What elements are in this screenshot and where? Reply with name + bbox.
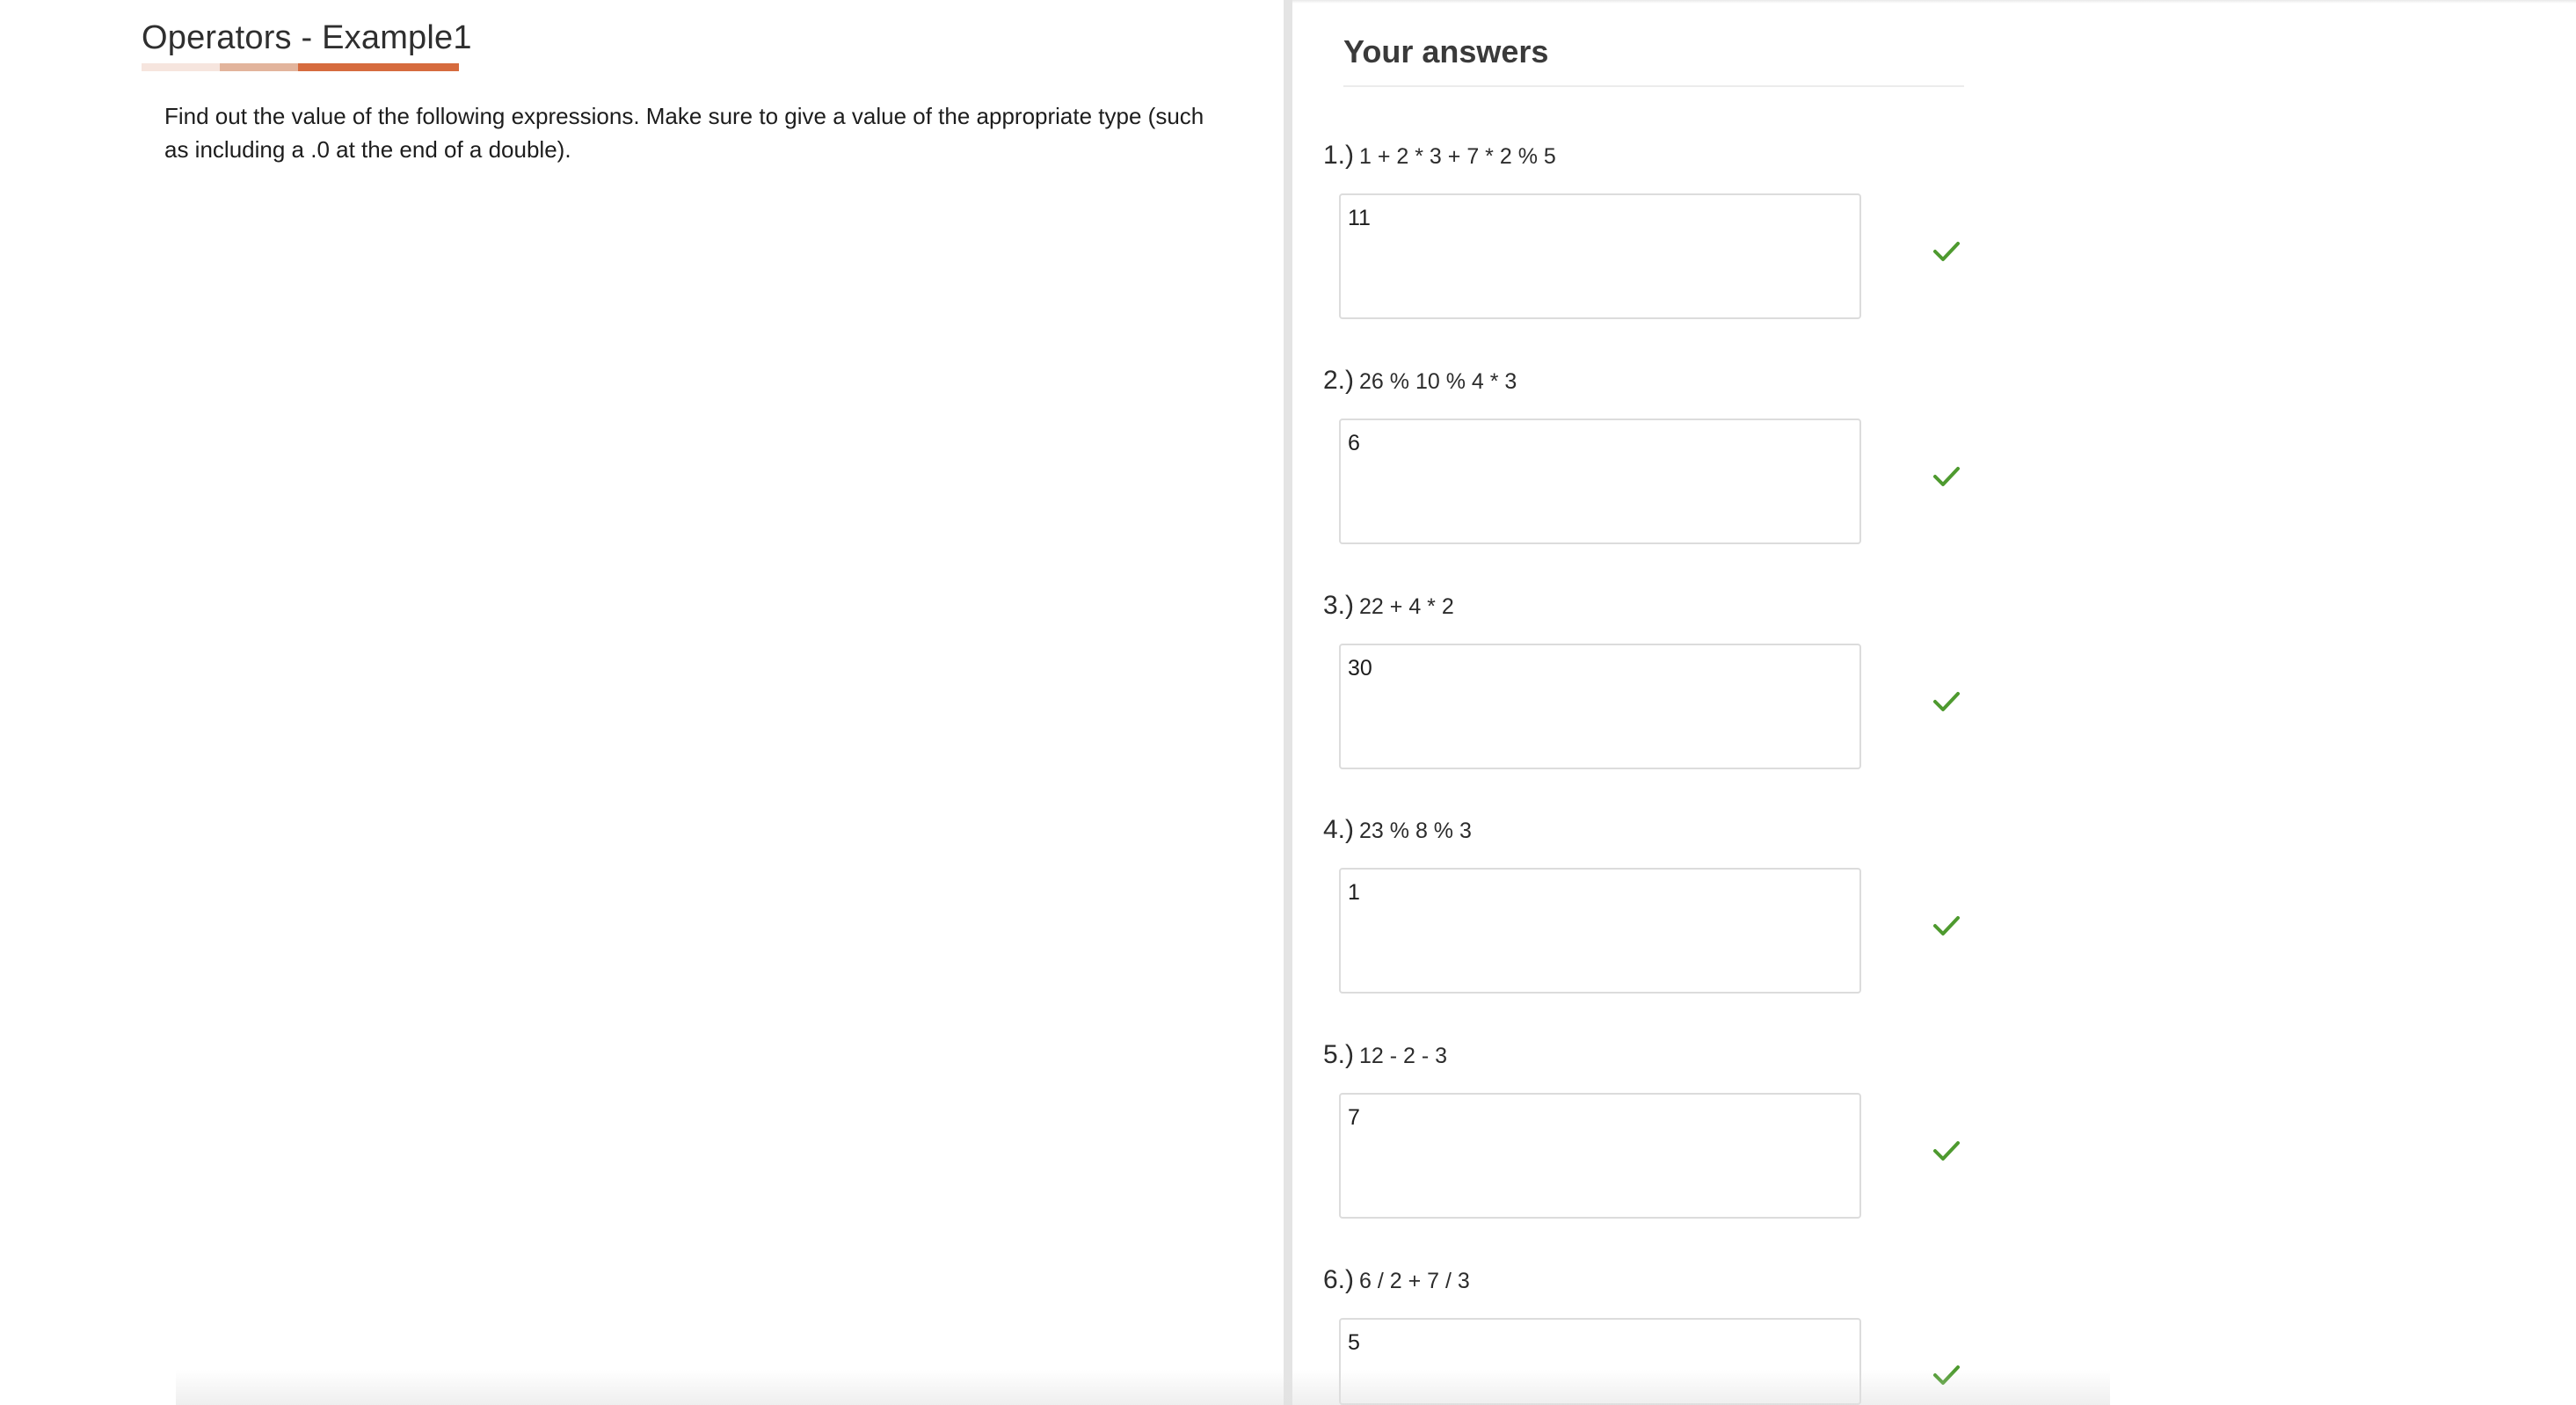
instructions-pane: Operators - Example1 Find out the value … xyxy=(0,0,1284,1405)
check-icon xyxy=(1933,1365,1960,1385)
pane-divider[interactable] xyxy=(1284,0,1292,1405)
answer-input[interactable]: 11 xyxy=(1339,193,1861,319)
answer-input[interactable]: 6 xyxy=(1339,419,1861,544)
question-expression: 23 % 8 % 3 xyxy=(1359,819,1472,843)
answer-input[interactable]: 5 xyxy=(1339,1318,1861,1405)
question-number: 1.) xyxy=(1323,141,1355,170)
question-expression: 26 % 10 % 4 * 3 xyxy=(1359,369,1517,394)
page-title: Operators - Example1 xyxy=(142,19,472,56)
question-label: 4.) 23 % 8 % 3 xyxy=(1323,815,1472,845)
underline-segment-3 xyxy=(298,63,459,71)
question-label: 1.) 1 + 2 * 3 + 7 * 2 % 5 xyxy=(1323,141,1556,171)
question-label: 6.) 6 / 2 + 7 / 3 xyxy=(1323,1265,1470,1295)
question-number: 6.) xyxy=(1323,1265,1355,1294)
check-icon xyxy=(1933,1141,1960,1161)
answers-pane: Your answers 1.) 1 + 2 * 3 + 7 * 2 % 5 11… xyxy=(1292,0,2576,1405)
question-number: 3.) xyxy=(1323,591,1355,620)
question-expression: 12 - 2 - 3 xyxy=(1359,1044,1448,1068)
question-number: 2.) xyxy=(1323,366,1355,395)
underline-segment-1 xyxy=(142,63,220,71)
answers-title: Your answers xyxy=(1343,33,1549,69)
check-icon xyxy=(1933,467,1960,486)
instructions-text: Find out the value of the following expr… xyxy=(164,103,1204,163)
answer-value: 5 xyxy=(1348,1330,1360,1355)
answer-input[interactable]: 1 xyxy=(1339,868,1861,994)
check-icon xyxy=(1933,692,1960,711)
answer-value: 30 xyxy=(1348,656,1372,681)
answer-input[interactable]: 30 xyxy=(1339,644,1861,769)
question-label: 5.) 12 - 2 - 3 xyxy=(1323,1040,1447,1070)
check-icon xyxy=(1933,916,1960,935)
page: Operators - Example1 Find out the value … xyxy=(0,0,2576,1405)
title-underline xyxy=(142,63,459,71)
answer-value: 6 xyxy=(1348,431,1360,455)
answer-value: 1 xyxy=(1348,880,1360,905)
underline-segment-2 xyxy=(220,63,298,71)
answer-value: 7 xyxy=(1348,1105,1360,1130)
question-expression: 22 + 4 * 2 xyxy=(1359,594,1454,619)
answers-title-rule xyxy=(1343,85,1964,87)
answer-input[interactable]: 7 xyxy=(1339,1093,1861,1219)
question-label: 2.) 26 % 10 % 4 * 3 xyxy=(1323,366,1517,396)
question-expression: 1 + 2 * 3 + 7 * 2 % 5 xyxy=(1359,144,1556,169)
question-number: 4.) xyxy=(1323,815,1355,844)
question-label: 3.) 22 + 4 * 2 xyxy=(1323,591,1454,621)
answer-value: 11 xyxy=(1348,206,1371,230)
check-icon xyxy=(1933,242,1960,261)
question-expression: 6 / 2 + 7 / 3 xyxy=(1359,1269,1470,1293)
question-number: 5.) xyxy=(1323,1040,1355,1069)
